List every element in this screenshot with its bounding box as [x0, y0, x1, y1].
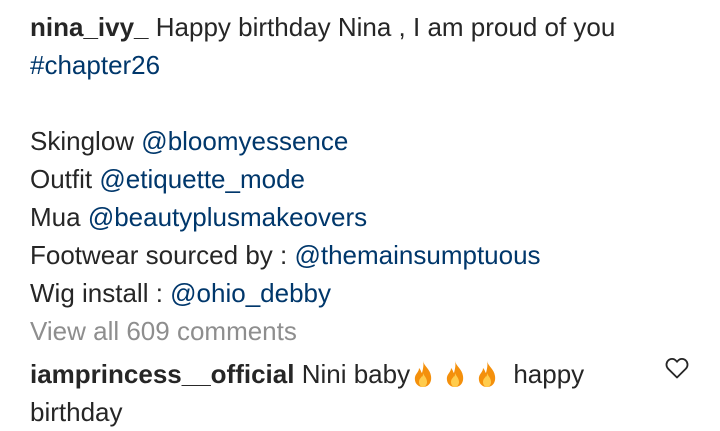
caption-hashtag-line: #chapter26 [30, 46, 690, 84]
credit-handle-link[interactable]: @bloomyessence [141, 126, 348, 156]
credit-label: Wig install : [30, 278, 163, 308]
credit-label: Skinglow [30, 126, 135, 156]
credit-label: Mua [30, 202, 81, 232]
credit-line: Wig install : @ohio_debby [30, 274, 690, 312]
caption-first-line: nina_ivy_ Happy birthday Nina , I am pro… [30, 8, 690, 46]
comment-item: iamprincess__official Nini baby happy bi… [30, 355, 640, 431]
credit-line: Skinglow @bloomyessence [30, 122, 690, 160]
credit-handle-link[interactable]: @ohio_debby [170, 278, 331, 308]
caption-text: Happy birthday Nina , I am proud of you [155, 12, 616, 42]
fire-emoji-icon [410, 360, 436, 388]
fire-emoji-icon [474, 360, 500, 388]
credit-label: Footwear sourced by : [30, 240, 288, 270]
credit-handle-link[interactable]: @beautyplusmakeovers [88, 202, 367, 232]
fire-emoji-icon [442, 360, 468, 388]
comment-username[interactable]: iamprincess__official [30, 359, 294, 389]
view-all-comments-link[interactable]: View all 609 comments [30, 312, 297, 350]
credit-line: Mua @beautyplusmakeovers [30, 198, 690, 236]
credit-line: Footwear sourced by : @themainsumptuous [30, 236, 690, 274]
credit-handle-link[interactable]: @themainsumptuous [294, 240, 540, 270]
caption-username[interactable]: nina_ivy_ [30, 12, 149, 42]
credit-label: Outfit [30, 164, 93, 194]
like-comment-button[interactable] [664, 355, 690, 381]
hashtag-link[interactable]: #chapter26 [30, 50, 160, 80]
comment-text: Nini baby [301, 359, 411, 389]
credit-handle-link[interactable]: @etiquette_mode [99, 164, 305, 194]
heart-outline-icon [665, 358, 689, 379]
credit-line: Outfit @etiquette_mode [30, 160, 690, 198]
post-caption: nina_ivy_ Happy birthday Nina , I am pro… [30, 8, 690, 312]
